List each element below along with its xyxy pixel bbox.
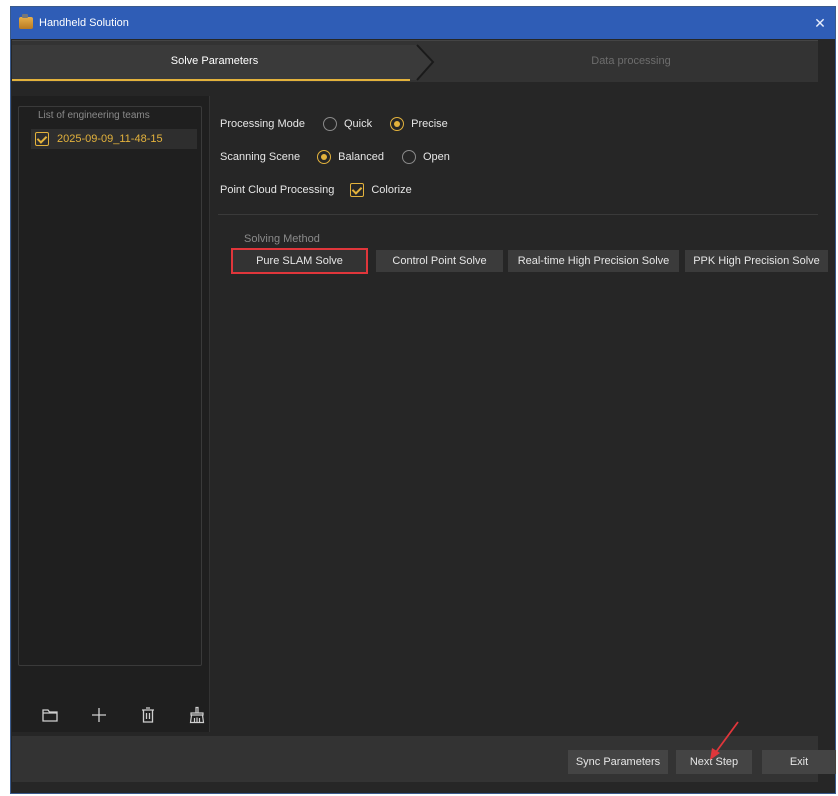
processing-mode-label: Processing Mode (220, 118, 305, 130)
point-cloud-row: Point Cloud Processing Colorize (220, 180, 412, 200)
solve-parameters-panel: Processing Mode Quick Precise Scanning S… (214, 96, 828, 732)
team-list-item[interactable]: 2025-09-09_11-48-15 (31, 129, 197, 149)
section-divider (218, 214, 818, 215)
title-bar: Handheld Solution ✕ (11, 7, 835, 39)
pure-slam-solve-button[interactable]: Pure SLAM Solve (231, 248, 368, 274)
exit-button[interactable]: Exit (762, 750, 836, 774)
team-toolbar (38, 704, 234, 726)
step-data-processing[interactable]: Data processing (444, 44, 818, 78)
footer-bar: Sync Parameters Next Step Exit (12, 736, 836, 782)
window-title: Handheld Solution (39, 17, 129, 29)
app-icon (19, 14, 33, 29)
radio-quick[interactable] (323, 117, 337, 131)
control-point-solve-button[interactable]: Control Point Solve (376, 250, 503, 272)
quick-label: Quick (344, 118, 373, 130)
scanning-scene-label: Scanning Scene (220, 151, 301, 163)
add-icon[interactable] (87, 704, 111, 726)
scanning-scene-row: Scanning Scene Balanced Open (220, 147, 450, 167)
close-icon[interactable]: ✕ (811, 14, 829, 32)
radio-balanced[interactable] (317, 150, 332, 164)
colorize-label: Colorize (371, 184, 412, 196)
team-group-box: List of engineering teams 2025-09-09_11-… (18, 106, 202, 666)
processing-mode-row: Processing Mode Quick Precise (220, 114, 448, 134)
point-cloud-label: Point Cloud Processing (220, 184, 335, 196)
precise-label: Precise (411, 118, 448, 130)
step-navigator: Solve Parameters Data processing (12, 40, 818, 82)
step-solve-parameters[interactable]: Solve Parameters (12, 44, 417, 78)
balanced-label: Balanced (338, 151, 384, 163)
team-list-legend: List of engineering teams (35, 110, 153, 121)
team-checkbox[interactable] (35, 132, 49, 146)
delete-icon[interactable] (136, 704, 160, 726)
solving-method-title: Solving Method (244, 233, 320, 245)
team-name: 2025-09-09_11-48-15 (57, 133, 163, 145)
sync-parameters-button[interactable]: Sync Parameters (568, 750, 668, 774)
open-label: Open (423, 151, 450, 163)
radio-open[interactable] (402, 150, 416, 164)
realtime-high-precision-solve-button[interactable]: Real-time High Precision Solve (508, 250, 679, 272)
folder-icon[interactable] (38, 704, 62, 726)
clean-icon[interactable] (185, 704, 209, 726)
next-step-button[interactable]: Next Step (676, 750, 752, 774)
colorize-checkbox[interactable] (350, 183, 365, 197)
ppk-high-precision-solve-button[interactable]: PPK High Precision Solve (685, 250, 828, 272)
radio-precise[interactable] (390, 117, 405, 131)
team-list-panel: List of engineering teams 2025-09-09_11-… (12, 96, 210, 732)
active-step-underline (12, 79, 410, 81)
